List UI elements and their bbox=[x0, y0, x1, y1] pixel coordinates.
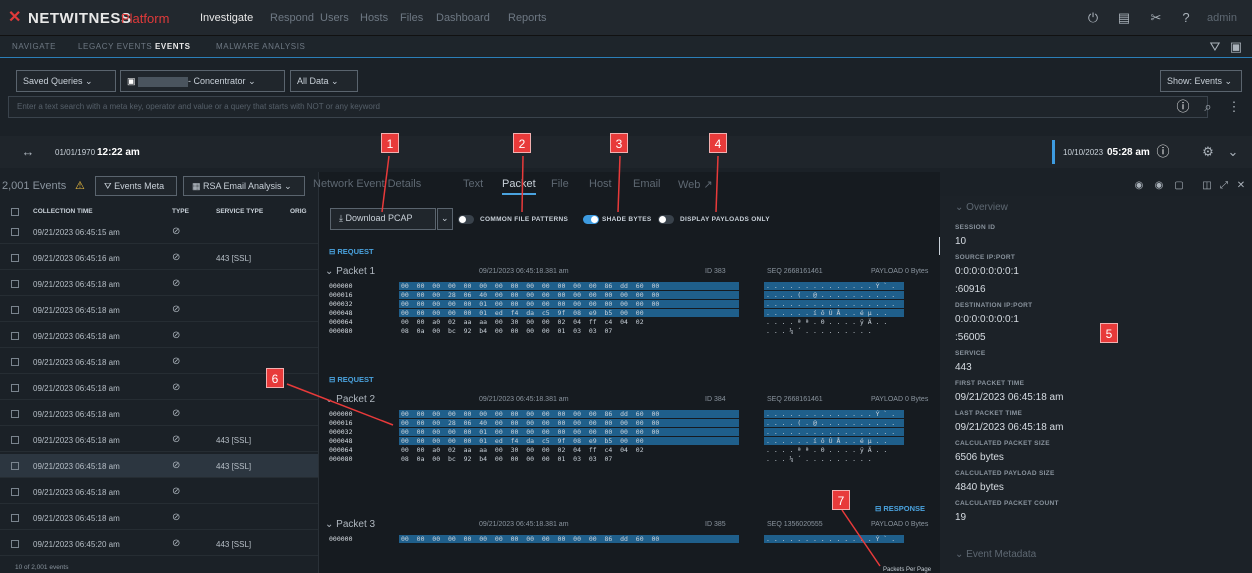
arrow-6 bbox=[286, 383, 394, 426]
callout-6: 6 bbox=[266, 368, 284, 388]
arrow-2 bbox=[521, 155, 524, 213]
callout-2: 2 bbox=[513, 133, 531, 153]
callout-3: 3 bbox=[610, 133, 628, 153]
callout-4: 4 bbox=[709, 133, 727, 153]
callout-7: 7 bbox=[832, 490, 850, 510]
arrow-3 bbox=[617, 155, 621, 213]
annotation-arrows bbox=[286, 155, 881, 567]
arrow-4 bbox=[715, 155, 719, 213]
callout-1: 1 bbox=[381, 133, 399, 153]
arrow-7 bbox=[841, 509, 881, 567]
arrow-1 bbox=[381, 155, 390, 213]
callout-5: 5 bbox=[1100, 323, 1118, 343]
